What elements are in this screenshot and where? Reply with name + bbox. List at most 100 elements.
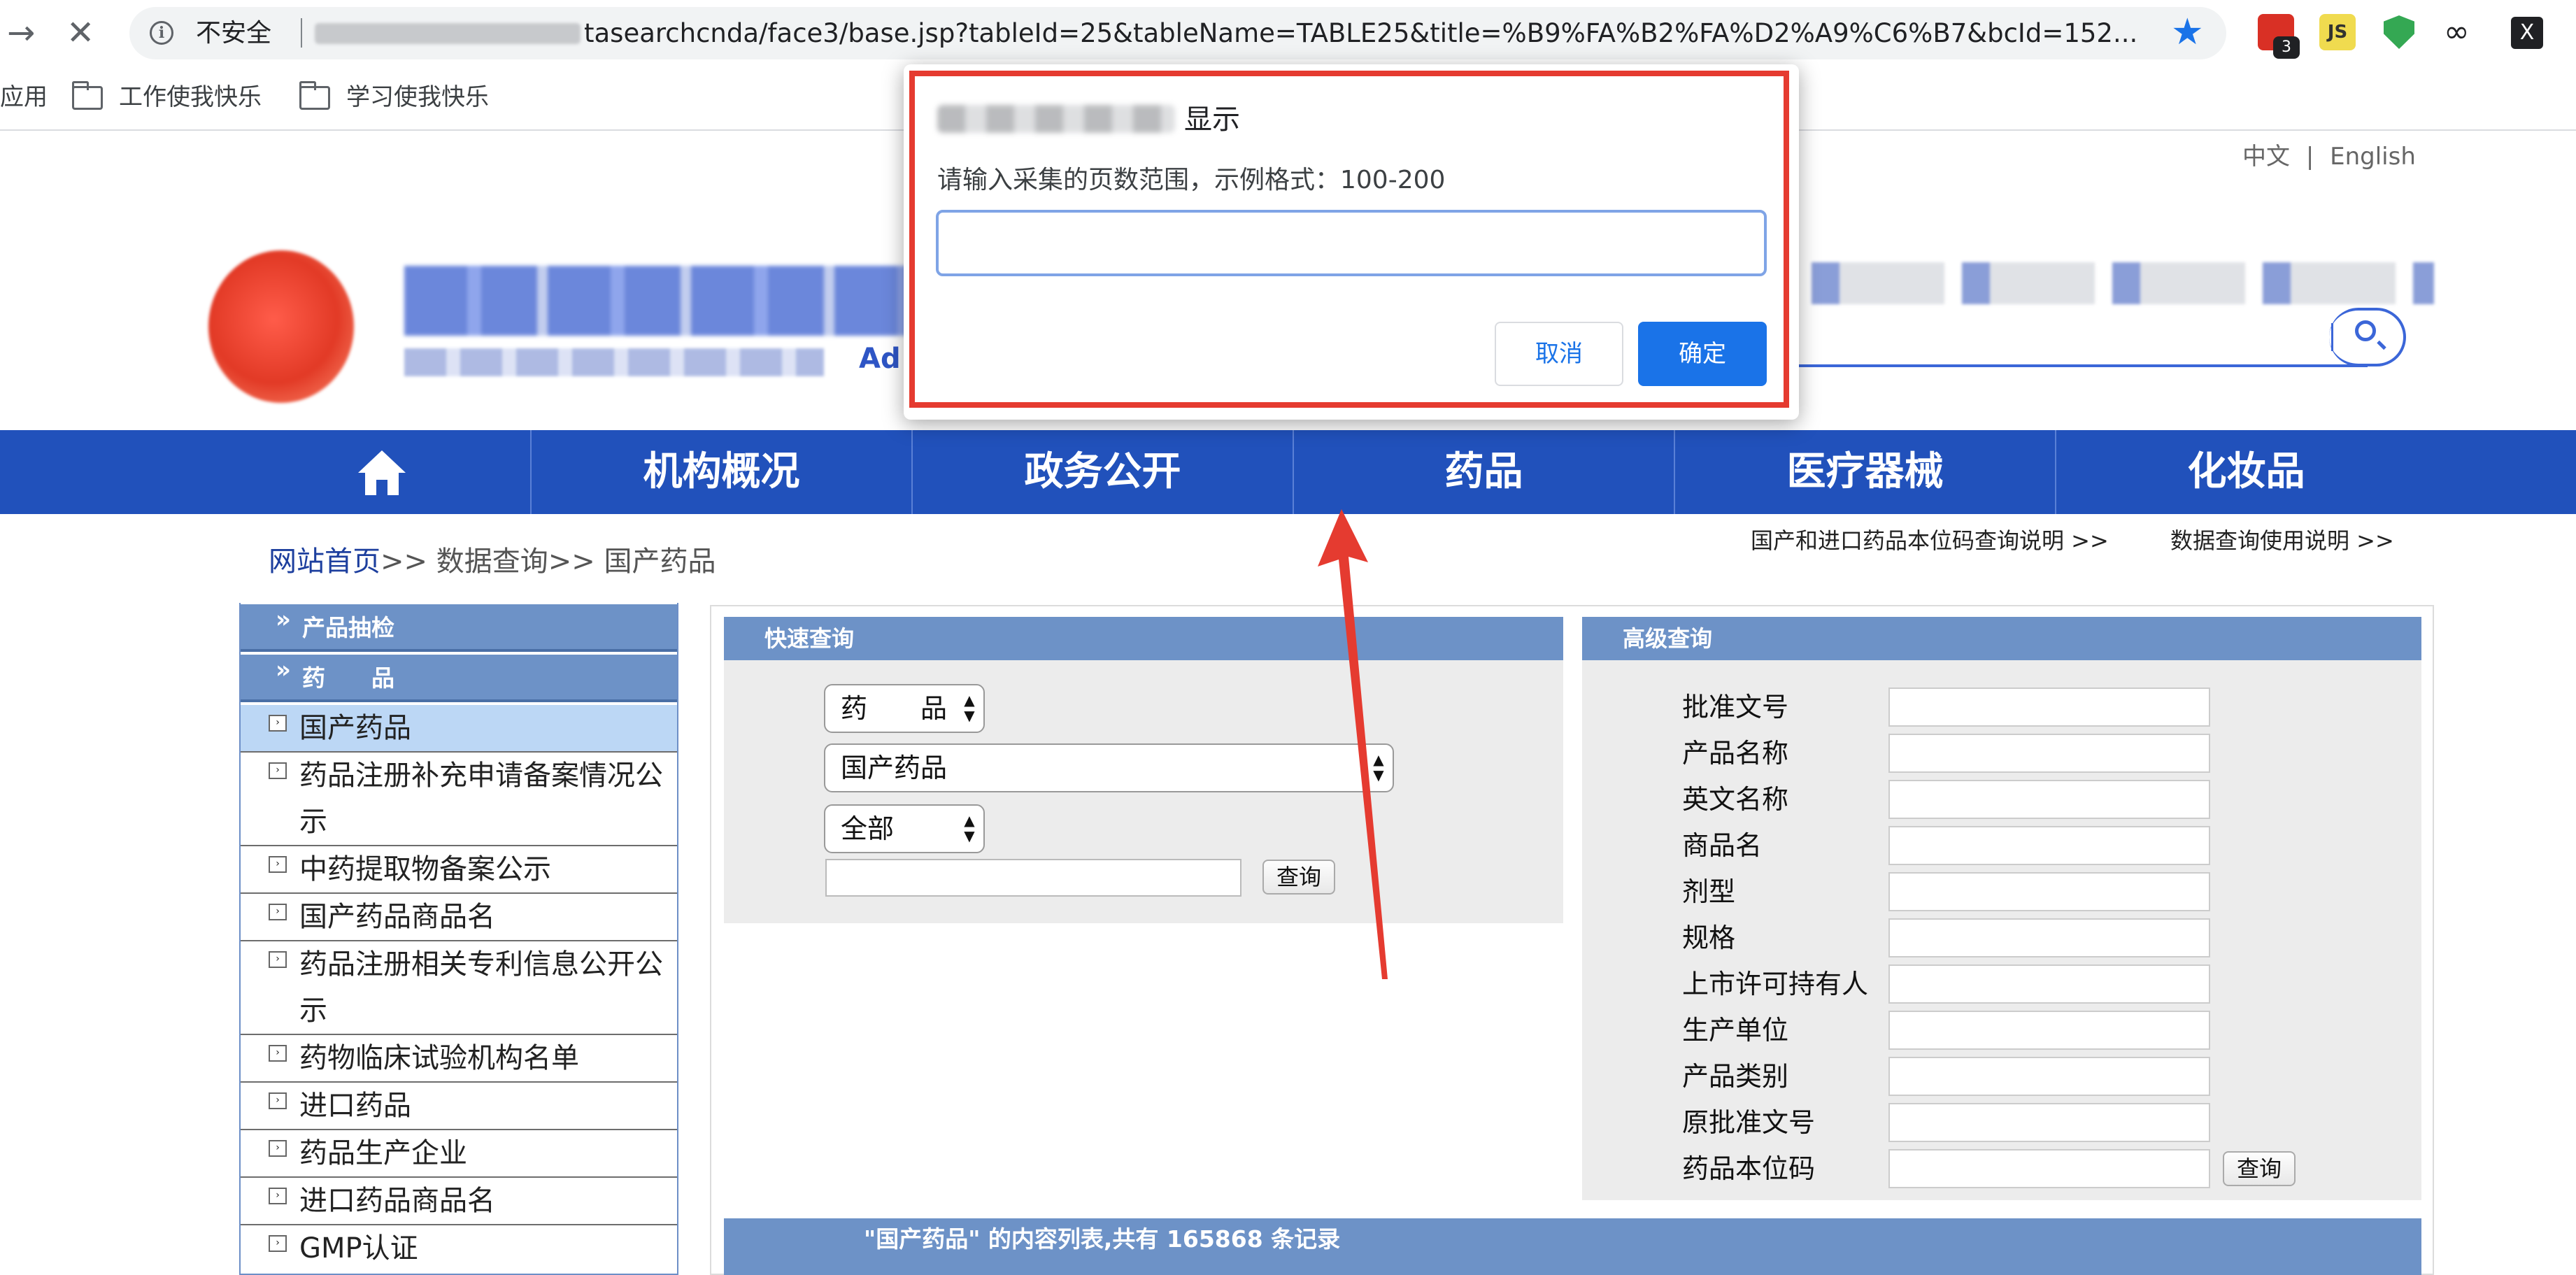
sidebar-item-label: 药物临床试验机构名单	[299, 1042, 579, 1074]
bookmark-apps[interactable]: 应用	[0, 66, 48, 128]
bookmark-folder-study[interactable]: 学习使我快乐	[346, 66, 489, 128]
info-icon[interactable]: i	[150, 21, 173, 45]
page-bullet-icon: ›	[269, 1140, 287, 1157]
sidebar-item-supplement-filing[interactable]: › 药品注册补充申请备案情况公示	[241, 753, 677, 846]
emblem-logo	[208, 250, 354, 403]
forward-icon[interactable]: →	[7, 0, 35, 66]
site-search-input[interactable]	[1777, 311, 2368, 367]
data-query-help-link[interactable]: 数据查询使用说明 >>	[2170, 523, 2394, 555]
sidebar-category-label: 产品抽检	[302, 614, 394, 641]
extension-js-icon[interactable]: JS	[2319, 14, 2356, 50]
sidebar-item-domestic-drugs[interactable]: › 国产药品	[241, 705, 677, 753]
table-select[interactable]: 国产药品 ▲ ▼	[824, 743, 1394, 792]
breadcrumb-trail: >> 数据查询>> 国产药品	[380, 546, 716, 578]
quick-query-header: 快速查询	[724, 617, 1563, 660]
input-original-approval-number[interactable]	[1888, 1103, 2210, 1142]
category-select[interactable]: 药 品 ▲ ▼	[824, 684, 985, 733]
sidebar-item-gmp[interactable]: › GMP认证	[241, 1225, 677, 1275]
nav-gov-affairs[interactable]: 政务公开	[911, 430, 1293, 514]
lang-separator: |	[2305, 143, 2314, 171]
sidebar-item-clinical-institutions[interactable]: › 药物临床试验机构名单	[241, 1035, 677, 1083]
input-english-name[interactable]	[1888, 780, 2210, 819]
dialog-cancel-button[interactable]: 取消	[1495, 322, 1623, 386]
page-range-input[interactable]	[936, 210, 1767, 276]
sidebar-item-tcm-extract[interactable]: › 中药提取物备案公示	[241, 846, 677, 894]
double-chevron-icon: »	[276, 606, 291, 634]
lang-zh-link[interactable]: 中文	[2242, 143, 2290, 171]
sidebar-item-label: 国产药品	[299, 712, 411, 744]
extension-link-icon[interactable]: ∞	[2444, 0, 2470, 64]
double-chevron-icon: »	[276, 656, 291, 684]
search-icon[interactable]	[2355, 320, 2376, 341]
input-product-category[interactable]	[1888, 1057, 2210, 1096]
folder-icon	[72, 81, 103, 110]
sidebar-item-label: 国产药品商品名	[299, 901, 495, 933]
sidebar-category-label: 药 品	[302, 664, 394, 692]
extension-x-icon[interactable]: X	[2511, 17, 2543, 49]
label-specification: 规格	[1682, 923, 1736, 953]
sidebar-item-manufacturers[interactable]: › 药品生产企业	[241, 1130, 677, 1178]
lang-en-link[interactable]: English	[2330, 143, 2416, 171]
page-bullet-icon: ›	[269, 1092, 287, 1109]
sidebar-item-label: 进口药品商品名	[299, 1185, 495, 1217]
input-approval-number[interactable]	[1888, 688, 2210, 727]
extension-badge: 3	[2273, 36, 2300, 59]
sidebar-item-imported-drugs[interactable]: › 进口药品	[241, 1083, 677, 1130]
input-product-name[interactable]	[1888, 734, 2210, 773]
url-text[interactable]: tasearchcnda/face3/base.jsp?tableId=25&t…	[584, 0, 2158, 66]
sidebar-item-domestic-trade-names[interactable]: › 国产药品商品名	[241, 894, 677, 941]
sidebar-item-patent-info[interactable]: › 药品注册相关专利信息公开公示	[241, 941, 677, 1035]
code-query-help-link[interactable]: 国产和进口药品本位码查询说明 >>	[1751, 523, 2109, 555]
label-drug-code: 药品本位码	[1682, 1153, 1816, 1184]
language-switch: 中文 | English	[2238, 137, 2420, 171]
dialog-origin-redacted	[937, 105, 1175, 133]
folder-icon	[299, 81, 330, 110]
advanced-query-button[interactable]: 查询	[2223, 1151, 2296, 1186]
input-license-holder[interactable]	[1888, 964, 2210, 1004]
sidebar-item-label: 药品注册相关专利信息公开公示	[299, 948, 663, 1027]
sidebar-category-sampling[interactable]: » 产品抽检	[241, 604, 677, 652]
nav-about[interactable]: 机构概况	[530, 430, 911, 514]
security-status[interactable]: 不安全	[196, 0, 271, 66]
dialog-title: 显示	[1184, 104, 1240, 136]
breadcrumb-home-link[interactable]: 网站首页	[269, 546, 380, 578]
header-quick-links-redacted[interactable]	[1812, 262, 2434, 304]
quick-search-input[interactable]	[825, 859, 1241, 897]
category-select-value: 药 品	[841, 693, 948, 724]
page-bullet-icon: ›	[269, 1235, 287, 1252]
page-bullet-icon: ›	[269, 1045, 287, 1062]
sidebar-category-drugs[interactable]: » 药 品	[241, 655, 677, 702]
bookmark-star-icon[interactable]: ★	[2171, 0, 2204, 64]
input-trade-name[interactable]	[1888, 826, 2210, 865]
stop-loading-icon[interactable]: ✕	[66, 0, 94, 66]
label-dosage-form: 剂型	[1682, 876, 1736, 907]
result-list-header: "国产药品" 的内容列表,共有 165868 条记录	[724, 1218, 2421, 1275]
scope-select[interactable]: 全部 ▲ ▼	[824, 804, 985, 853]
nav-cosmetics[interactable]: 化妆品	[2055, 430, 2436, 514]
input-specification[interactable]	[1888, 918, 2210, 957]
input-manufacturer[interactable]	[1888, 1011, 2210, 1050]
select-arrows-icon: ▲ ▼	[964, 812, 975, 844]
select-arrows-icon: ▲ ▼	[964, 692, 975, 724]
sidebar-item-label: GMP认证	[299, 1232, 418, 1265]
advanced-query-header: 高级查询	[1582, 617, 2421, 660]
home-icon[interactable]	[357, 448, 407, 498]
label-approval-number: 批准文号	[1682, 692, 1789, 722]
table-select-value: 国产药品	[841, 753, 948, 783]
page-bullet-icon: ›	[269, 856, 287, 873]
label-trade-name: 商品名	[1682, 830, 1763, 861]
sidebar-item-label: 中药提取物备案公示	[299, 853, 551, 885]
dialog-ok-button[interactable]: 确定	[1638, 322, 1767, 386]
dialog-message: 请输入采集的页数范围，示例格式：100-200	[937, 166, 1446, 194]
input-dosage-form[interactable]	[1888, 872, 2210, 911]
address-divider	[301, 18, 302, 48]
site-logo-subtitle-redacted	[404, 348, 824, 376]
nav-medical-devices[interactable]: 医疗器械	[1674, 430, 2055, 514]
sidebar-item-imported-trade-names[interactable]: › 进口药品商品名	[241, 1178, 677, 1225]
site-logo-redacted	[404, 266, 915, 336]
input-drug-code[interactable]	[1888, 1149, 2210, 1188]
sidebar-item-label: 药品生产企业	[299, 1137, 467, 1169]
page-bullet-icon: ›	[269, 762, 287, 779]
label-product-category: 产品类别	[1682, 1061, 1789, 1092]
bookmark-folder-work[interactable]: 工作使我快乐	[119, 66, 262, 128]
